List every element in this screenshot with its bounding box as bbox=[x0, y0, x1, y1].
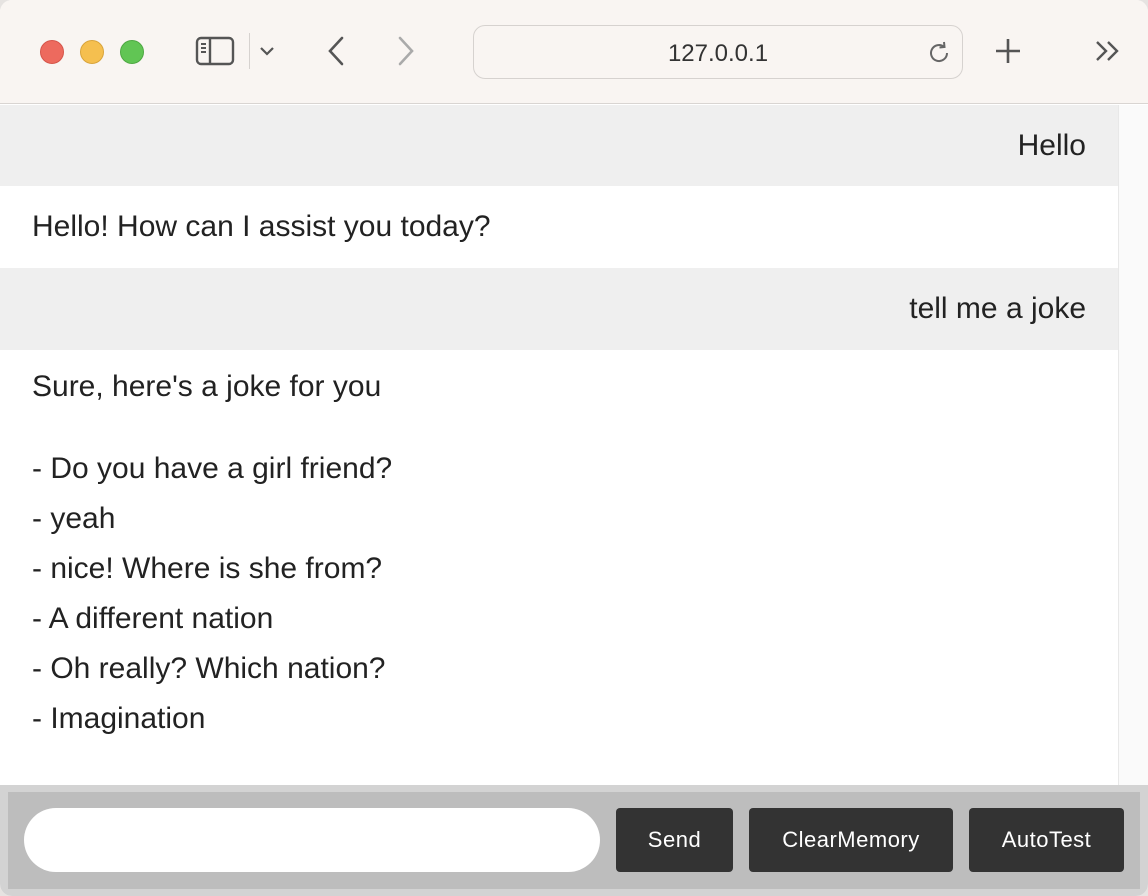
bot-message: Sure, here's a joke for you - Do you hav… bbox=[0, 350, 1118, 785]
close-window-button[interactable] bbox=[40, 40, 64, 64]
chat-history: Hello Hello! How can I assist you today?… bbox=[0, 105, 1118, 785]
bot-message: Hello! How can I assist you today? bbox=[0, 186, 1118, 268]
double-chevron-right-icon[interactable] bbox=[1090, 35, 1126, 67]
url-text[interactable]: 127.0.0.1 bbox=[474, 40, 962, 68]
sidebar-icon[interactable] bbox=[193, 33, 237, 69]
user-message: Hello bbox=[0, 105, 1118, 186]
user-message: tell me a joke bbox=[0, 268, 1118, 350]
bot-message-line: Sure, here's a joke for you bbox=[32, 370, 382, 403]
forward-arrow-icon[interactable] bbox=[390, 33, 422, 69]
bot-message-line: - Imagination bbox=[32, 702, 206, 735]
zoom-window-button[interactable] bbox=[120, 40, 144, 64]
address-bar[interactable]: 127.0.0.1 bbox=[473, 25, 963, 79]
input-bar: Send ClearMemory AutoTest bbox=[0, 785, 1148, 896]
bot-message-line: - yeah bbox=[32, 502, 116, 535]
message-input[interactable] bbox=[24, 808, 600, 872]
bot-message-text: Hello! How can I assist you today? bbox=[32, 210, 491, 243]
browser-toolbar: 127.0.0.1 bbox=[0, 0, 1148, 104]
user-message-text: Hello bbox=[1017, 129, 1086, 162]
bot-message-line: - A different nation bbox=[32, 602, 274, 635]
toolbar-divider bbox=[249, 33, 250, 69]
bot-message-line: - Oh really? Which nation? bbox=[32, 652, 386, 685]
input-bar-inner: Send ClearMemory AutoTest bbox=[8, 792, 1140, 889]
bot-message-line: - nice! Where is she from? bbox=[32, 552, 383, 585]
browser-window: 127.0.0.1 Hello Hello! How can I assist … bbox=[0, 0, 1148, 896]
scrollbar[interactable] bbox=[1118, 105, 1148, 785]
clear-memory-button[interactable]: ClearMemory bbox=[749, 808, 953, 872]
send-button[interactable]: Send bbox=[616, 808, 733, 872]
plus-icon[interactable] bbox=[990, 33, 1026, 69]
bot-message-line: - Do you have a girl friend? bbox=[32, 452, 393, 485]
back-arrow-icon[interactable] bbox=[320, 33, 352, 69]
autotest-button[interactable]: AutoTest bbox=[969, 808, 1124, 872]
reload-icon[interactable] bbox=[924, 38, 954, 68]
minimize-window-button[interactable] bbox=[80, 40, 104, 64]
user-message-text: tell me a joke bbox=[909, 292, 1086, 325]
chevron-down-icon[interactable] bbox=[256, 40, 278, 62]
